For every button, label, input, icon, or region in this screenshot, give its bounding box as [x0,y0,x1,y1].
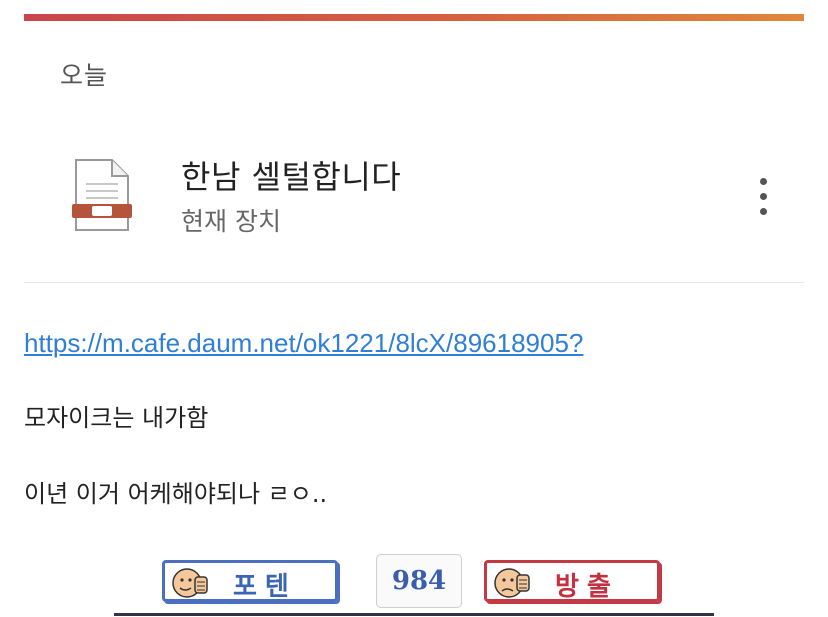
upvote-button[interactable]: 포텐 [162,560,338,602]
more-options-button[interactable] [746,174,780,220]
file-card[interactable]: 한남 셀털합니다 현재 장치 [24,120,804,283]
file-title: 한남 셀털합니다 [181,158,402,196]
more-vertical-icon [760,193,767,200]
vote-bar: 포텐 984 방출 [0,552,828,617]
accent-bar [24,14,804,21]
vote-count: 984 [376,554,462,608]
divider [114,613,714,616]
thumbs-up-face-icon [172,568,208,598]
post-link[interactable]: https://m.cafe.daum.net/ok1221/8lcX/8961… [24,328,583,359]
downvote-label: 방출 [555,572,619,602]
document-icon [72,159,132,231]
downvote-button[interactable]: 방출 [484,560,660,602]
file-location: 현재 장치 [181,207,281,236]
date-section-label: 오늘 [60,61,109,90]
more-vertical-icon [760,178,767,185]
post-text-line: 모자이크는 내가함 [24,404,209,432]
upvote-label: 포텐 [233,572,297,602]
thumbs-down-face-icon [494,568,530,598]
more-vertical-icon [760,208,767,215]
post-text-line: 이년 이거 어케해야되나 ㄹㅇ.. [24,480,328,508]
